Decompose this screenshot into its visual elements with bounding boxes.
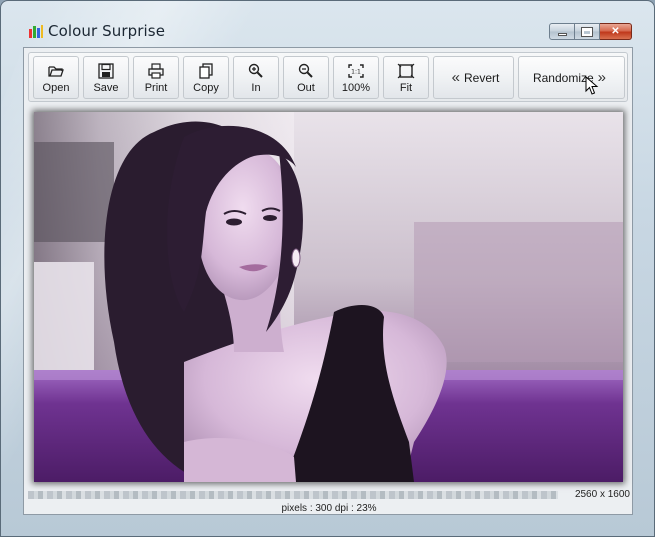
minimize-icon: [557, 32, 567, 36]
save-label: Save: [93, 82, 119, 94]
status-path-redacted: [28, 491, 558, 499]
revert-button[interactable]: « Revert: [433, 56, 514, 99]
image-canvas[interactable]: [34, 112, 623, 482]
close-icon: ✕: [611, 25, 620, 37]
randomize-button[interactable]: Randomize »: [518, 56, 625, 99]
zoom-in-icon: [248, 63, 263, 78]
svg-text:1:1: 1:1: [351, 69, 361, 76]
folder-open-icon: [48, 66, 64, 77]
minimize-button[interactable]: [549, 23, 575, 40]
image-dimensions: 2560 x 1600: [574, 489, 630, 500]
actual-size-button[interactable]: 1:1 100%: [333, 56, 379, 99]
copy-button[interactable]: Copy: [183, 56, 229, 99]
actual-size-label: 100%: [341, 82, 371, 94]
zoom-out-icon: [298, 63, 313, 78]
actual-size-icon: 1:1: [348, 64, 364, 78]
double-chevron-left-icon: «: [451, 69, 460, 86]
print-button[interactable]: Print: [133, 56, 179, 99]
status-bar: 2560 x 1600: [28, 488, 630, 502]
revert-label: Revert: [464, 70, 500, 85]
print-label: Print: [144, 82, 168, 94]
open-label: Open: [42, 82, 70, 94]
client-area: Open Save Print Copy In Out 1:1 100% Fit…: [23, 47, 633, 515]
floppy-disk-icon: [98, 63, 114, 79]
maximize-icon: [581, 26, 593, 37]
zoom-out-label: Out: [297, 82, 315, 94]
image-info: pixels : 300 dpi : 23%: [281, 503, 377, 514]
caption-buttons: ✕: [549, 23, 632, 41]
fit-button[interactable]: Fit: [383, 56, 429, 99]
zoom-in-button[interactable]: In: [233, 56, 279, 99]
save-button[interactable]: Save: [83, 56, 129, 99]
open-button[interactable]: Open: [33, 56, 79, 99]
toolbar: Open Save Print Copy In Out 1:1 100% Fit…: [28, 52, 628, 102]
copy-icon: [199, 63, 213, 79]
photo-canvas: [34, 112, 623, 482]
copy-label: Copy: [193, 82, 219, 94]
window-title: Colour Surprise: [48, 22, 166, 40]
fit-label: Fit: [399, 82, 413, 94]
printer-icon: [148, 63, 164, 79]
maximize-button[interactable]: [575, 23, 600, 40]
zoom-in-label: In: [251, 82, 261, 94]
mouse-cursor-icon: [585, 76, 599, 95]
zoom-out-button[interactable]: Out: [283, 56, 329, 99]
color-bars-icon: [29, 25, 43, 38]
title-bar[interactable]: Colour Surprise ✕: [1, 1, 654, 41]
close-button[interactable]: ✕: [600, 23, 632, 40]
fit-to-window-icon: [397, 63, 415, 79]
app-window: Colour Surprise ✕ Open Save Print Copy I…: [0, 0, 655, 537]
